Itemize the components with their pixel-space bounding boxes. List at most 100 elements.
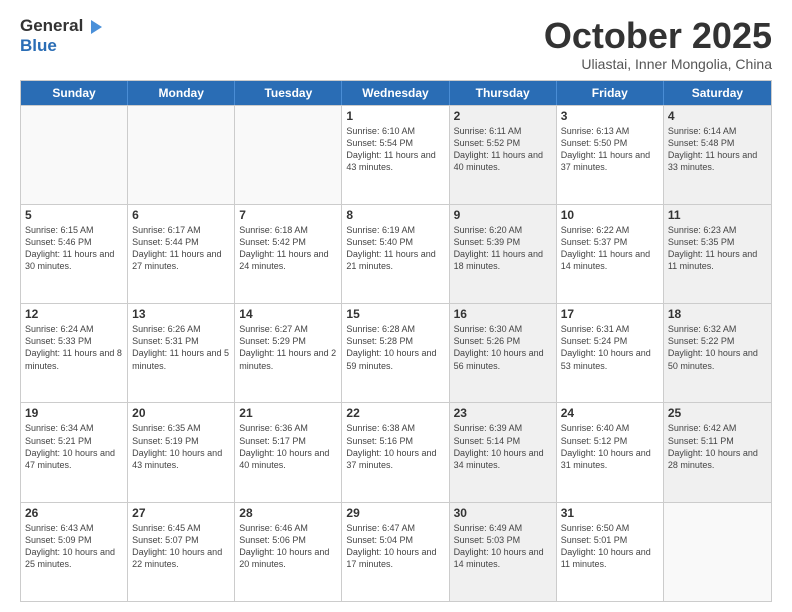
calendar-cell: 18 Sunrise: 6:32 AM Sunset: 5:22 PM Dayli… (664, 304, 771, 402)
calendar-cell: 19 Sunrise: 6:34 AM Sunset: 5:21 PM Dayli… (21, 403, 128, 501)
calendar-cell: 11 Sunrise: 6:23 AM Sunset: 5:35 PM Dayli… (664, 205, 771, 303)
cell-info: Sunrise: 6:50 AM Sunset: 5:01 PM Dayligh… (561, 522, 659, 571)
cell-info: Sunrise: 6:10 AM Sunset: 5:54 PM Dayligh… (346, 125, 444, 174)
cell-info: Sunrise: 6:35 AM Sunset: 5:19 PM Dayligh… (132, 422, 230, 471)
day-number: 14 (239, 307, 337, 321)
cell-info: Sunrise: 6:17 AM Sunset: 5:44 PM Dayligh… (132, 224, 230, 273)
calendar-cell: 3 Sunrise: 6:13 AM Sunset: 5:50 PM Daylig… (557, 106, 664, 204)
cell-info: Sunrise: 6:22 AM Sunset: 5:37 PM Dayligh… (561, 224, 659, 273)
day-number: 26 (25, 506, 123, 520)
calendar-body: 1Sunrise: 6:10 AM Sunset: 5:54 PM Daylig… (21, 105, 771, 601)
day-number: 10 (561, 208, 659, 222)
cell-info: Sunrise: 6:49 AM Sunset: 5:03 PM Dayligh… (454, 522, 552, 571)
cell-info: Sunrise: 6:28 AM Sunset: 5:28 PM Dayligh… (346, 323, 444, 372)
weekday-header: Friday (557, 81, 664, 105)
calendar-cell: 29Sunrise: 6:47 AM Sunset: 5:04 PM Dayli… (342, 503, 449, 601)
calendar-cell: 23Sunrise: 6:39 AM Sunset: 5:14 PM Dayli… (450, 403, 557, 501)
weekday-header: Monday (128, 81, 235, 105)
day-number: 3 (561, 109, 659, 123)
day-number: 28 (239, 506, 337, 520)
cell-info: Sunrise: 6:46 AM Sunset: 5:06 PM Dayligh… (239, 522, 337, 571)
calendar-cell: 26 Sunrise: 6:43 AM Sunset: 5:09 PM Dayli… (21, 503, 128, 601)
logo-blue: Blue (20, 36, 102, 56)
header: General Blue October 2025 Uliastai, Inne… (20, 16, 772, 72)
cell-info: Sunrise: 6:43 AM Sunset: 5:09 PM Dayligh… (25, 522, 123, 571)
weekday-header: Thursday (450, 81, 557, 105)
weekday-header: Wednesday (342, 81, 449, 105)
calendar-cell: 30 Sunrise: 6:49 AM Sunset: 5:03 PM Dayli… (450, 503, 557, 601)
calendar-cell (235, 106, 342, 204)
calendar-cell: 28 Sunrise: 6:46 AM Sunset: 5:06 PM Dayli… (235, 503, 342, 601)
weekday-header: Saturday (664, 81, 771, 105)
cell-info: Sunrise: 6:19 AM Sunset: 5:40 PM Dayligh… (346, 224, 444, 273)
calendar-cell: 15Sunrise: 6:28 AM Sunset: 5:28 PM Dayli… (342, 304, 449, 402)
day-number: 30 (454, 506, 552, 520)
calendar-row: 26 Sunrise: 6:43 AM Sunset: 5:09 PM Dayli… (21, 502, 771, 601)
cell-info: Sunrise: 6:31 AM Sunset: 5:24 PM Dayligh… (561, 323, 659, 372)
day-number: 31 (561, 506, 659, 520)
calendar-cell (128, 106, 235, 204)
cell-info: Sunrise: 6:26 AM Sunset: 5:31 PM Dayligh… (132, 323, 230, 372)
day-number: 19 (25, 406, 123, 420)
weekday-header: Sunday (21, 81, 128, 105)
cell-info: Sunrise: 6:34 AM Sunset: 5:21 PM Dayligh… (25, 422, 123, 471)
calendar-cell: 13 Sunrise: 6:26 AM Sunset: 5:31 PM Dayli… (128, 304, 235, 402)
calendar-row: 5 Sunrise: 6:15 AM Sunset: 5:46 PM Daylig… (21, 204, 771, 303)
day-number: 18 (668, 307, 767, 321)
cell-info: Sunrise: 6:42 AM Sunset: 5:11 PM Dayligh… (668, 422, 767, 471)
calendar-cell: 8 Sunrise: 6:19 AM Sunset: 5:40 PM Daylig… (342, 205, 449, 303)
calendar-cell: 14 Sunrise: 6:27 AM Sunset: 5:29 PM Dayli… (235, 304, 342, 402)
day-number: 21 (239, 406, 337, 420)
day-number: 27 (132, 506, 230, 520)
logo-general: General (20, 16, 83, 35)
cell-info: Sunrise: 6:14 AM Sunset: 5:48 PM Dayligh… (668, 125, 767, 174)
calendar-cell: 16Sunrise: 6:30 AM Sunset: 5:26 PM Dayli… (450, 304, 557, 402)
weekday-header: Tuesday (235, 81, 342, 105)
day-number: 17 (561, 307, 659, 321)
logo-text: General Blue (20, 16, 102, 55)
calendar-row: 12 Sunrise: 6:24 AM Sunset: 5:33 PM Dayli… (21, 303, 771, 402)
cell-info: Sunrise: 6:40 AM Sunset: 5:12 PM Dayligh… (561, 422, 659, 471)
cell-info: Sunrise: 6:20 AM Sunset: 5:39 PM Dayligh… (454, 224, 552, 273)
day-number: 24 (561, 406, 659, 420)
calendar-cell: 7 Sunrise: 6:18 AM Sunset: 5:42 PM Daylig… (235, 205, 342, 303)
cell-info: Sunrise: 6:13 AM Sunset: 5:50 PM Dayligh… (561, 125, 659, 174)
day-number: 7 (239, 208, 337, 222)
cell-info: Sunrise: 6:18 AM Sunset: 5:42 PM Dayligh… (239, 224, 337, 273)
cell-info: Sunrise: 6:47 AM Sunset: 5:04 PM Dayligh… (346, 522, 444, 571)
calendar-cell: 1Sunrise: 6:10 AM Sunset: 5:54 PM Daylig… (342, 106, 449, 204)
day-number: 9 (454, 208, 552, 222)
day-number: 13 (132, 307, 230, 321)
calendar-cell (21, 106, 128, 204)
calendar-cell: 9 Sunrise: 6:20 AM Sunset: 5:39 PM Daylig… (450, 205, 557, 303)
location-subtitle: Uliastai, Inner Mongolia, China (544, 56, 772, 72)
day-number: 6 (132, 208, 230, 222)
calendar-cell: 17 Sunrise: 6:31 AM Sunset: 5:24 PM Dayli… (557, 304, 664, 402)
day-number: 8 (346, 208, 444, 222)
calendar-cell: 4Sunrise: 6:14 AM Sunset: 5:48 PM Daylig… (664, 106, 771, 204)
calendar-cell: 12 Sunrise: 6:24 AM Sunset: 5:33 PM Dayli… (21, 304, 128, 402)
cell-info: Sunrise: 6:36 AM Sunset: 5:17 PM Dayligh… (239, 422, 337, 471)
day-number: 2 (454, 109, 552, 123)
day-number: 11 (668, 208, 767, 222)
cell-info: Sunrise: 6:27 AM Sunset: 5:29 PM Dayligh… (239, 323, 337, 372)
calendar-cell: 2Sunrise: 6:11 AM Sunset: 5:52 PM Daylig… (450, 106, 557, 204)
day-number: 5 (25, 208, 123, 222)
cell-info: Sunrise: 6:24 AM Sunset: 5:33 PM Dayligh… (25, 323, 123, 372)
day-number: 12 (25, 307, 123, 321)
cell-info: Sunrise: 6:23 AM Sunset: 5:35 PM Dayligh… (668, 224, 767, 273)
calendar-cell: 20 Sunrise: 6:35 AM Sunset: 5:19 PM Dayli… (128, 403, 235, 501)
day-number: 25 (668, 406, 767, 420)
calendar-cell: 24 Sunrise: 6:40 AM Sunset: 5:12 PM Dayli… (557, 403, 664, 501)
page: General Blue October 2025 Uliastai, Inne… (0, 0, 792, 612)
calendar-cell: 6 Sunrise: 6:17 AM Sunset: 5:44 PM Daylig… (128, 205, 235, 303)
cell-info: Sunrise: 6:15 AM Sunset: 5:46 PM Dayligh… (25, 224, 123, 273)
calendar-cell: 31 Sunrise: 6:50 AM Sunset: 5:01 PM Dayli… (557, 503, 664, 601)
calendar-row: 1Sunrise: 6:10 AM Sunset: 5:54 PM Daylig… (21, 105, 771, 204)
calendar-row: 19 Sunrise: 6:34 AM Sunset: 5:21 PM Dayli… (21, 402, 771, 501)
day-number: 20 (132, 406, 230, 420)
title-block: October 2025 Uliastai, Inner Mongolia, C… (544, 16, 772, 72)
cell-info: Sunrise: 6:30 AM Sunset: 5:26 PM Dayligh… (454, 323, 552, 372)
cell-info: Sunrise: 6:32 AM Sunset: 5:22 PM Dayligh… (668, 323, 767, 372)
calendar-cell: 10 Sunrise: 6:22 AM Sunset: 5:37 PM Dayli… (557, 205, 664, 303)
